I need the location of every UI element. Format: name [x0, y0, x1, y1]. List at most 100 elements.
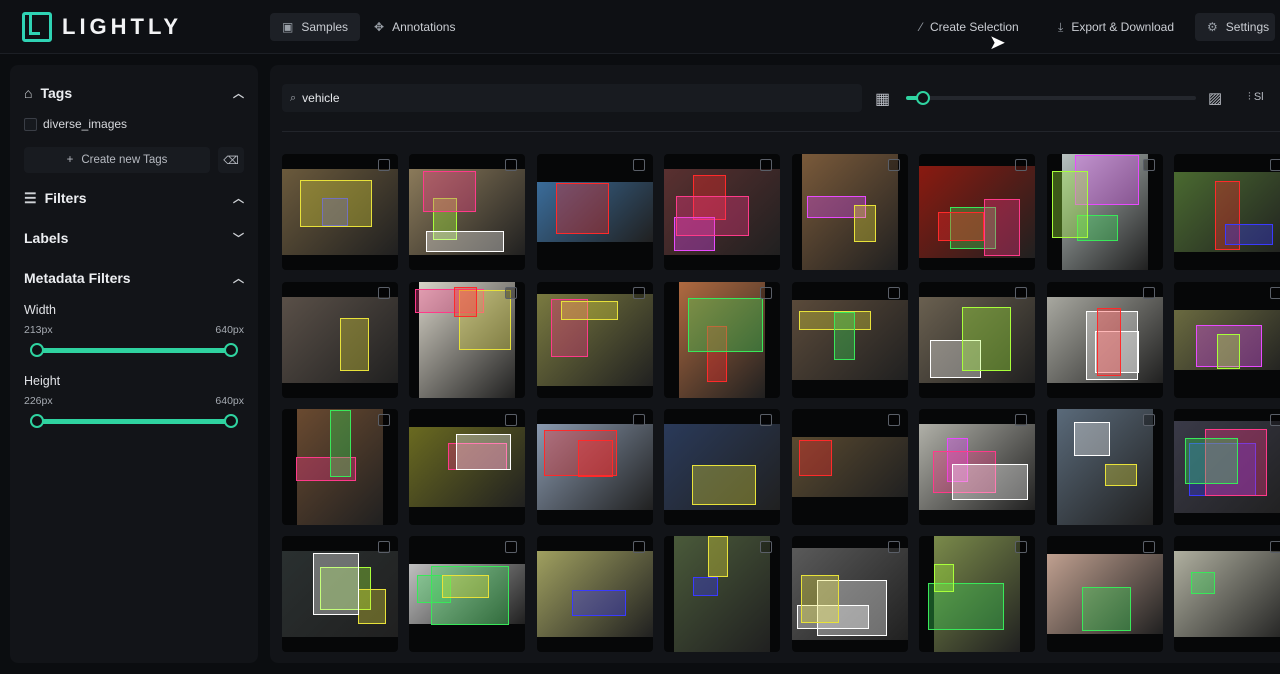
sample-checkbox[interactable]	[378, 541, 390, 553]
sample-checkbox[interactable]	[505, 287, 517, 299]
zoom-slider-handle[interactable]	[916, 91, 930, 105]
sample-thumbnail[interactable]	[1174, 536, 1280, 652]
sample-thumbnail[interactable]	[1174, 282, 1280, 398]
sample-checkbox[interactable]	[505, 414, 517, 426]
sample-thumbnail[interactable]	[409, 154, 525, 270]
sample-checkbox[interactable]	[633, 287, 645, 299]
sample-checkbox[interactable]	[1143, 287, 1155, 299]
sample-checkbox[interactable]	[1015, 287, 1027, 299]
sample-thumbnail[interactable]	[919, 154, 1035, 270]
width-max: 640px	[215, 324, 244, 336]
sample-thumbnail[interactable]	[409, 282, 525, 398]
height-slider-track[interactable]	[37, 419, 231, 424]
eraser-icon: ⌫	[223, 154, 239, 167]
metadata-filters-header[interactable]: Metadata Filters ︿	[24, 266, 244, 290]
sample-thumbnail[interactable]	[919, 282, 1035, 398]
zoom-slider-track[interactable]	[906, 96, 1196, 100]
tags-section-header[interactable]: ⌂ Tags ︿	[24, 81, 244, 105]
lightly-logo[interactable]: LIGHTLY	[22, 11, 182, 43]
sample-thumbnail[interactable]	[282, 536, 398, 652]
sample-checkbox[interactable]	[760, 287, 772, 299]
search-bar[interactable]: ⌕	[282, 84, 862, 112]
width-slider-min-handle[interactable]	[30, 343, 44, 357]
sample-checkbox[interactable]	[1270, 541, 1280, 553]
sample-thumbnail[interactable]	[664, 409, 780, 525]
height-slider-min-handle[interactable]	[30, 414, 44, 428]
sample-thumbnail[interactable]	[792, 409, 908, 525]
sample-checkbox[interactable]	[505, 541, 517, 553]
sample-checkbox[interactable]	[760, 159, 772, 171]
sample-checkbox[interactable]	[888, 159, 900, 171]
sample-thumbnail[interactable]	[664, 282, 780, 398]
sample-thumbnail[interactable]	[1174, 409, 1280, 525]
sample-thumbnail[interactable]	[1047, 409, 1163, 525]
sample-thumbnail[interactable]	[664, 154, 780, 270]
search-input[interactable]	[302, 91, 803, 105]
tag-item[interactable]: diverse_images	[24, 117, 127, 131]
sample-checkbox[interactable]	[1015, 541, 1027, 553]
sample-thumbnail[interactable]	[792, 282, 908, 398]
create-new-tags-button[interactable]: + Create new Tags	[24, 147, 210, 173]
grid-icon[interactable]: ▦	[875, 89, 890, 109]
chevron-up-icon[interactable]: ︿	[233, 190, 244, 206]
tag-checkbox[interactable]	[24, 117, 37, 131]
sample-checkbox[interactable]	[1015, 414, 1027, 426]
annotation-box	[1217, 334, 1240, 369]
sample-checkbox[interactable]	[633, 541, 645, 553]
sample-thumbnail[interactable]	[919, 409, 1035, 525]
sample-thumbnail[interactable]	[282, 409, 398, 525]
sample-checkbox[interactable]	[888, 541, 900, 553]
sample-thumbnail[interactable]	[537, 282, 653, 398]
sample-checkbox[interactable]	[1143, 541, 1155, 553]
sample-checkbox[interactable]	[505, 159, 517, 171]
sample-checkbox[interactable]	[888, 414, 900, 426]
samples-tab[interactable]: ▣ Samples	[270, 13, 361, 41]
sample-thumbnail[interactable]	[1174, 154, 1280, 270]
sample-checkbox[interactable]	[760, 414, 772, 426]
export-download-button[interactable]: ⤓ Export & Download	[1046, 13, 1186, 41]
sample-checkbox[interactable]	[1143, 159, 1155, 171]
annotations-tab[interactable]: ✥ Annotations	[362, 13, 467, 41]
sample-checkbox[interactable]	[1270, 414, 1280, 426]
height-slider-max-handle[interactable]	[224, 414, 238, 428]
sample-thumbnail[interactable]	[919, 536, 1035, 652]
labels-section-header[interactable]: Labels ﹀	[24, 226, 244, 250]
sample-checkbox[interactable]	[633, 159, 645, 171]
chevron-down-icon[interactable]: ﹀	[233, 230, 244, 246]
sample-thumbnail[interactable]	[282, 154, 398, 270]
settings-button[interactable]: ⚙ Settings	[1195, 13, 1275, 41]
sample-checkbox[interactable]	[378, 287, 390, 299]
annotation-box	[1074, 422, 1110, 456]
sample-checkbox[interactable]	[378, 414, 390, 426]
sample-checkbox[interactable]	[633, 414, 645, 426]
chevron-up-icon[interactable]: ︿	[233, 270, 244, 286]
sample-checkbox[interactable]	[888, 287, 900, 299]
image-icon[interactable]: ▨	[1208, 89, 1222, 107]
sample-thumbnail[interactable]	[1047, 154, 1163, 270]
sample-thumbnail[interactable]	[409, 409, 525, 525]
sample-checkbox[interactable]	[1015, 159, 1027, 171]
sample-checkbox[interactable]	[1270, 159, 1280, 171]
sample-thumbnail[interactable]	[792, 154, 908, 270]
sample-thumbnail[interactable]	[409, 536, 525, 652]
sample-thumbnail[interactable]	[792, 536, 908, 652]
sample-thumbnail[interactable]	[1047, 282, 1163, 398]
sample-checkbox[interactable]	[1270, 287, 1280, 299]
sample-thumbnail[interactable]	[664, 536, 780, 652]
sample-thumbnail[interactable]	[282, 282, 398, 398]
sample-thumbnail[interactable]	[537, 409, 653, 525]
width-slider-track[interactable]	[37, 348, 231, 353]
create-selection-button[interactable]: ⁄ Create Selection	[908, 13, 1031, 41]
chevron-up-icon[interactable]: ︿	[233, 85, 244, 101]
width-slider-max-handle[interactable]	[224, 343, 238, 357]
sample-checkbox[interactable]	[760, 541, 772, 553]
sample-thumbnail[interactable]	[1047, 536, 1163, 652]
annotation-box	[854, 205, 876, 242]
sample-thumbnail[interactable]	[537, 154, 653, 270]
chart-button[interactable]: ⫶ Sl	[1248, 91, 1264, 104]
sample-thumbnail[interactable]	[537, 536, 653, 652]
sample-checkbox[interactable]	[1143, 414, 1155, 426]
eraser-button[interactable]: ⌫	[218, 147, 244, 173]
filters-section-header[interactable]: ☰ Filters ︿	[24, 186, 244, 210]
sample-checkbox[interactable]	[378, 159, 390, 171]
